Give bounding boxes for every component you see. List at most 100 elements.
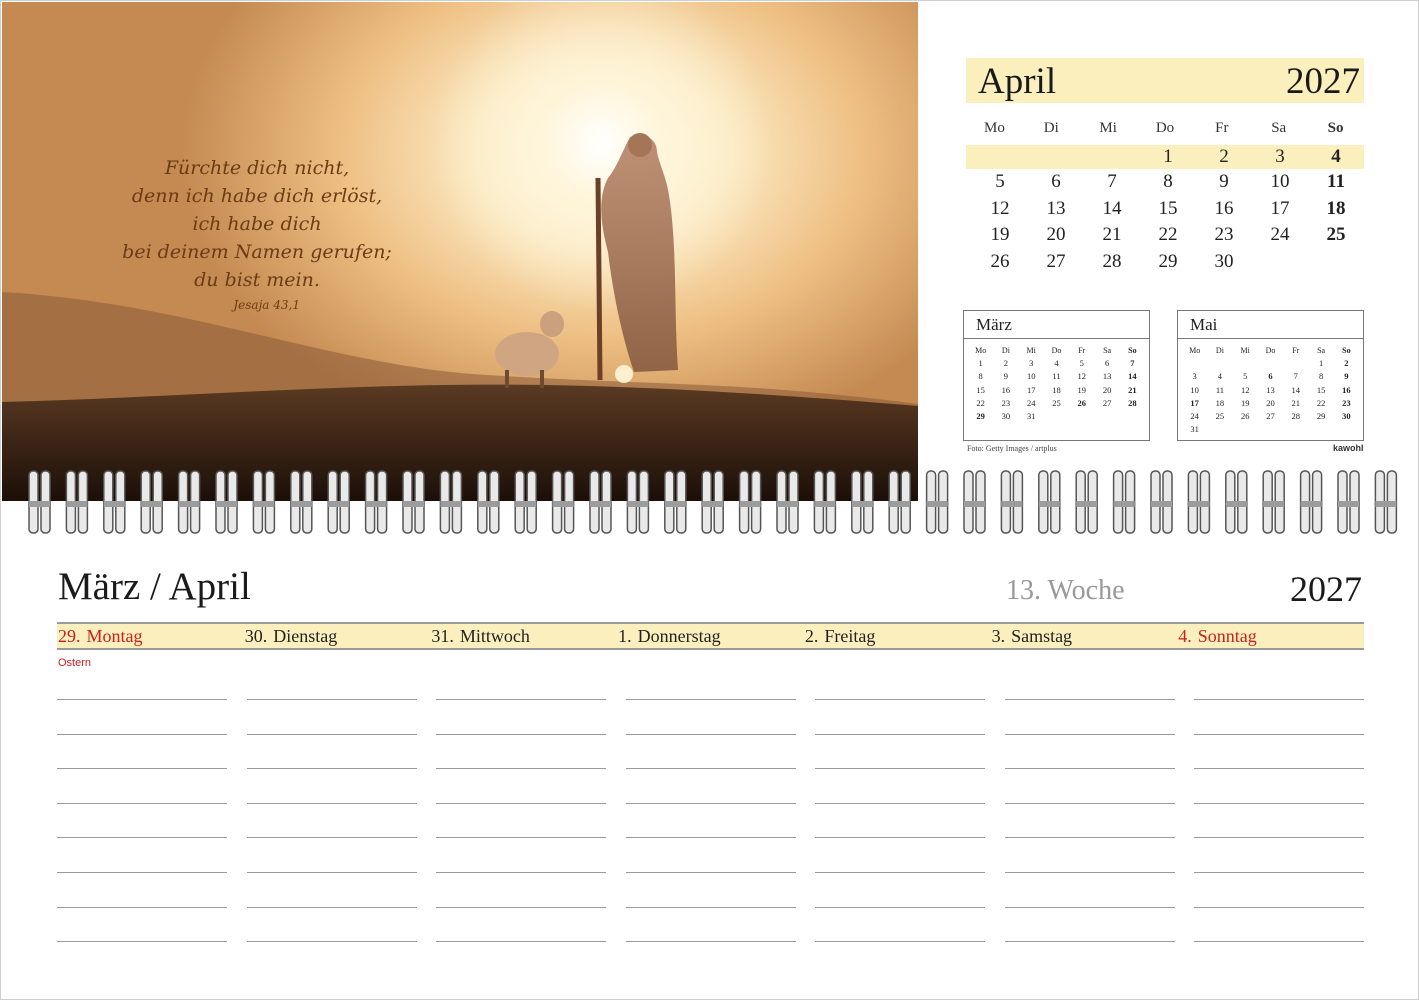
mini-day-cell: 6 xyxy=(1104,358,1110,369)
mini-day-cell xyxy=(1069,410,1094,423)
day-cell[interactable]: 27 xyxy=(1028,249,1084,276)
mini-day-cell: 27 xyxy=(1266,411,1275,422)
holiday-label: Ostern xyxy=(58,657,92,669)
spiral-ring xyxy=(1000,470,1024,534)
spiral-ring xyxy=(1187,470,1211,534)
day-number: 3. xyxy=(991,626,1006,646)
calendar-page: Fürchte dich nicht, denn ich habe dich e… xyxy=(0,0,1419,1000)
mini-weekday-label: Sa xyxy=(1317,346,1326,355)
day-cell[interactable]: 17 xyxy=(1252,196,1308,223)
day-notes-column[interactable] xyxy=(436,699,606,976)
mini-day-cell xyxy=(1094,410,1119,423)
day-cell[interactable]: 6 xyxy=(1028,169,1084,196)
day-notes-column[interactable] xyxy=(625,699,796,976)
day-cell[interactable]: 11 xyxy=(1308,169,1364,196)
mini-day-cell: 16 xyxy=(1342,384,1351,395)
mini-weekday-label: Sa xyxy=(1103,346,1112,355)
day-cell[interactable]: 7 xyxy=(1084,169,1140,196)
note-line xyxy=(246,733,417,769)
note-line xyxy=(1004,768,1175,803)
note-line xyxy=(1194,733,1364,769)
day-cell[interactable]: 3 xyxy=(1252,145,1308,169)
day-cell[interactable]: 13 xyxy=(1028,196,1084,223)
day-cell[interactable]: 15 xyxy=(1140,196,1196,223)
note-line xyxy=(57,733,227,769)
note-line xyxy=(246,941,417,976)
mini-weekday-label: Di xyxy=(1215,346,1224,355)
mini-day-cell: 13 xyxy=(1102,371,1112,382)
day-notes-column[interactable] xyxy=(815,699,985,976)
mini-day-cell: 4 xyxy=(1054,358,1059,369)
day-cell[interactable]: 4 xyxy=(1308,145,1364,169)
day-cell[interactable]: 1 xyxy=(1140,145,1196,169)
day-cell[interactable]: 23 xyxy=(1196,222,1252,249)
quote-line: du bist mein. xyxy=(194,269,320,291)
note-line xyxy=(625,837,796,872)
note-line xyxy=(625,802,796,838)
mini-day-cell: 21 xyxy=(1291,397,1301,408)
day-cell[interactable] xyxy=(972,145,1028,169)
day-cell[interactable] xyxy=(1252,249,1308,276)
mini-day-cell xyxy=(1258,357,1283,370)
mini-day-cell: 7 xyxy=(1130,358,1135,369)
spiral-ring xyxy=(1225,470,1248,534)
day-cell[interactable] xyxy=(1028,145,1084,169)
note-line xyxy=(57,906,227,942)
mini-day-cell: 11 xyxy=(1215,384,1225,395)
note-line xyxy=(436,871,606,907)
spiral-ring xyxy=(963,470,986,534)
day-cell[interactable]: 10 xyxy=(1252,169,1308,196)
day-cell[interactable]: 8 xyxy=(1140,169,1196,196)
mini-day-cell xyxy=(1233,423,1258,436)
note-line xyxy=(815,941,985,976)
weekday-column-header: 4. Sonntag xyxy=(1177,624,1364,649)
mini-day-cell xyxy=(1233,357,1258,370)
mini-day-cell xyxy=(1308,423,1333,436)
note-line xyxy=(436,699,606,734)
month-year: 2027 xyxy=(1286,61,1360,102)
day-cell[interactable]: 12 xyxy=(972,196,1028,223)
day-cell[interactable]: 30 xyxy=(1196,249,1252,276)
mini-day-cell xyxy=(1283,423,1308,436)
note-line xyxy=(246,699,417,734)
mini-day-cell: 2 xyxy=(1344,358,1349,369)
day-cell[interactable]: 19 xyxy=(972,222,1028,249)
day-cell[interactable]: 25 xyxy=(1308,222,1364,249)
mini-day-cell: 1 xyxy=(1318,358,1324,369)
spiral-ring xyxy=(1075,470,1098,534)
day-cell[interactable] xyxy=(1084,145,1140,169)
day-cell[interactable]: 5 xyxy=(972,169,1028,196)
mini-day-cell: 3 xyxy=(1192,371,1197,382)
note-line xyxy=(436,733,606,769)
day-cell[interactable]: 26 xyxy=(972,249,1028,276)
day-notes-column[interactable] xyxy=(57,699,227,976)
day-cell[interactable]: 28 xyxy=(1084,249,1140,276)
week-row: 5 6 7 8 9 10 11 xyxy=(966,169,1364,196)
note-line xyxy=(1004,733,1175,769)
mini-day-cell: 29 xyxy=(976,411,985,422)
day-cell[interactable] xyxy=(1308,249,1364,276)
mini-day-cell: 13 xyxy=(1266,384,1275,395)
week-row: 12 13 14 15 16 17 18 xyxy=(966,196,1364,223)
day-cell[interactable]: 24 xyxy=(1252,222,1308,249)
mini-day-cell: 6 xyxy=(1268,371,1273,382)
day-cell[interactable]: 9 xyxy=(1196,169,1252,196)
day-cell[interactable]: 16 xyxy=(1196,196,1252,223)
day-cell[interactable]: 20 xyxy=(1028,222,1084,249)
bible-quote: Fürchte dich nicht, denn ich habe dich e… xyxy=(122,154,392,314)
day-notes-column[interactable] xyxy=(246,699,417,976)
day-notes-column[interactable] xyxy=(1194,699,1364,976)
day-cell[interactable]: 14 xyxy=(1084,196,1140,223)
spiral-ring xyxy=(925,470,949,534)
day-cell[interactable]: 2 xyxy=(1196,145,1252,169)
mini-day-cell: 24 xyxy=(1190,411,1199,422)
note-line xyxy=(246,768,417,803)
mini-day-cell: 20 xyxy=(1102,384,1112,395)
mini-weekday-label: Di xyxy=(1001,346,1010,355)
mini-day-cell xyxy=(1120,410,1145,423)
day-notes-column[interactable] xyxy=(1004,699,1175,976)
day-cell[interactable]: 18 xyxy=(1308,196,1364,223)
day-cell[interactable]: 29 xyxy=(1140,249,1196,276)
day-cell[interactable]: 22 xyxy=(1140,222,1196,249)
day-cell[interactable]: 21 xyxy=(1084,222,1140,249)
